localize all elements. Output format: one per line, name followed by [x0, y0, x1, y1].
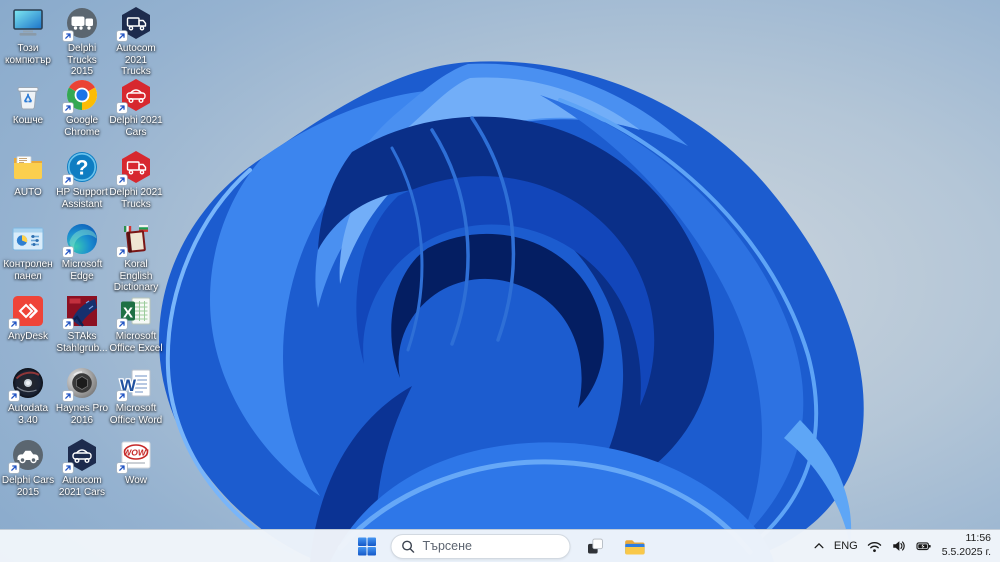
- desktop-icon-label: Microsoft Edge: [61, 259, 103, 282]
- desktop-icon-label: Microsoft Office Excel: [109, 331, 163, 354]
- desktop-icon-cars-circle[interactable]: Delphi Cars 2015: [1, 437, 55, 498]
- desktop-icon-label: Autodata 3.40: [7, 403, 49, 426]
- shortcut-arrow-icon: [8, 390, 20, 402]
- desktop-icon-label: Този компютър: [4, 43, 51, 66]
- desktop-icon-car-hex-red[interactable]: Delphi 2021 Cars: [109, 77, 163, 138]
- desktop-icon-wow[interactable]: Wow: [109, 437, 163, 487]
- search-placeholder: Търсене: [422, 539, 472, 553]
- volume-icon[interactable]: [891, 539, 906, 553]
- language-indicator[interactable]: ENG: [834, 540, 858, 552]
- desktop-icon-chrome[interactable]: Google Chrome: [55, 77, 109, 138]
- task-view-icon: [587, 538, 603, 553]
- search-box[interactable]: Търсене: [390, 533, 571, 559]
- control-panel-icon: [10, 221, 46, 257]
- shortcut-arrow-icon: [116, 246, 128, 258]
- desktop-icon-label: Delphi 2021 Cars: [109, 115, 163, 138]
- desktop-icon-truck-hex-red[interactable]: Delphi 2021 Trucks: [109, 149, 163, 210]
- start-button[interactable]: [352, 533, 382, 559]
- search-icon: [402, 540, 415, 553]
- desktop-icon-label: HP Support Assistant: [56, 187, 108, 210]
- desktop-icon-recycle-bin[interactable]: Кошче: [1, 77, 55, 127]
- desktop-icon-label: Autocom 2021 Trucks: [116, 43, 156, 77]
- shortcut-arrow-icon: [8, 462, 20, 474]
- desktop-icon-disc[interactable]: Autodata 3.40: [1, 365, 55, 426]
- shortcut-arrow-icon: [8, 318, 20, 330]
- shortcut-arrow-icon: [116, 174, 128, 186]
- desktop-icon-hp-question[interactable]: HP Support Assistant: [55, 149, 109, 210]
- desktop-icon-label: Контролен панел: [3, 259, 53, 282]
- desktop-icon-dictionary[interactable]: Koral English Dictionary: [109, 221, 163, 294]
- desktop-icon-label: Delphi Cars 2015: [1, 475, 55, 498]
- clock-date: 5.5.2025 г.: [941, 546, 991, 558]
- desktop-icon-label: STAks Stahlgrub...: [56, 331, 108, 354]
- desktop-icon-control-panel[interactable]: Контролен панел: [1, 221, 55, 282]
- desktop-icon-label: AnyDesk: [7, 331, 48, 342]
- tray-chevron-up[interactable]: [813, 540, 825, 552]
- desktop-icon-trucks-circle[interactable]: Delphi Trucks 2015: [55, 5, 109, 78]
- windows-desktop: ?: [0, 0, 1000, 562]
- desktop-icon-label: Wow: [124, 475, 148, 486]
- clock[interactable]: 11:56 5.5.2025 г.: [942, 532, 991, 559]
- desktop-icon-excel[interactable]: Microsoft Office Excel: [109, 293, 163, 354]
- shortcut-arrow-icon: [62, 102, 74, 114]
- shortcut-arrow-icon: [116, 30, 128, 42]
- shortcut-arrow-icon: [62, 174, 74, 186]
- shortcut-arrow-icon: [62, 462, 74, 474]
- desktop-icon-car-hex-dark[interactable]: Autocom 2021 Cars: [55, 437, 109, 498]
- shortcut-arrow-icon: [116, 390, 128, 402]
- recycle-bin-icon: [10, 77, 46, 113]
- battery-charging-icon[interactable]: [915, 539, 933, 553]
- shortcut-arrow-icon: [116, 102, 128, 114]
- desktop-icon-anydesk[interactable]: AnyDesk: [1, 293, 55, 343]
- clock-time: 11:56: [965, 532, 992, 545]
- desktop-icon-label: Koral English Dictionary: [113, 259, 159, 293]
- desktop-icon-folder[interactable]: AUTO: [1, 149, 55, 199]
- file-explorer-icon: [624, 539, 645, 554]
- shortcut-arrow-icon: [116, 462, 128, 474]
- folder-icon: [10, 149, 46, 185]
- desktop-icon-truck-hex-dark[interactable]: Autocom 2021 Trucks: [109, 5, 163, 78]
- desktop-icon-edge[interactable]: Microsoft Edge: [55, 221, 109, 282]
- desktop-icon-label: Delphi Trucks 2015: [67, 43, 97, 77]
- file-explorer-button[interactable]: [619, 533, 649, 559]
- desktop-icon-haynes[interactable]: Haynes Pro 2016: [55, 365, 109, 426]
- wifi-icon[interactable]: [867, 540, 882, 553]
- shortcut-arrow-icon: [62, 318, 74, 330]
- desktop-icon-stahl[interactable]: STAks Stahlgrub...: [55, 293, 109, 354]
- desktop-icon-label: AUTO: [14, 187, 42, 198]
- desktop-icon-label: Autocom 2021 Cars: [58, 475, 106, 498]
- desktop-icon-label: Microsoft Office Word: [109, 403, 163, 426]
- desktop-icon-grid: Този компютър Delphi Trucks 2015 Autocom…: [0, 0, 1000, 562]
- desktop-icon-label: Delphi 2021 Trucks: [109, 187, 163, 210]
- taskbar: Търсене ENG 11:56 5.5.2025 г.: [0, 529, 1000, 562]
- desktop-icon-this-pc[interactable]: Този компютър: [1, 5, 55, 66]
- desktop-icon-label: Google Chrome: [64, 115, 100, 138]
- shortcut-arrow-icon: [62, 246, 74, 258]
- desktop-icon-word[interactable]: Microsoft Office Word: [109, 365, 163, 426]
- shortcut-arrow-icon: [62, 390, 74, 402]
- desktop-icon-label: Кошче: [12, 115, 44, 126]
- shortcut-arrow-icon: [62, 30, 74, 42]
- shortcut-arrow-icon: [116, 318, 128, 330]
- this-pc-icon: [10, 5, 46, 41]
- task-view-button[interactable]: [580, 533, 610, 559]
- windows-logo-icon: [357, 537, 376, 555]
- desktop-icon-label: Haynes Pro 2016: [55, 403, 109, 426]
